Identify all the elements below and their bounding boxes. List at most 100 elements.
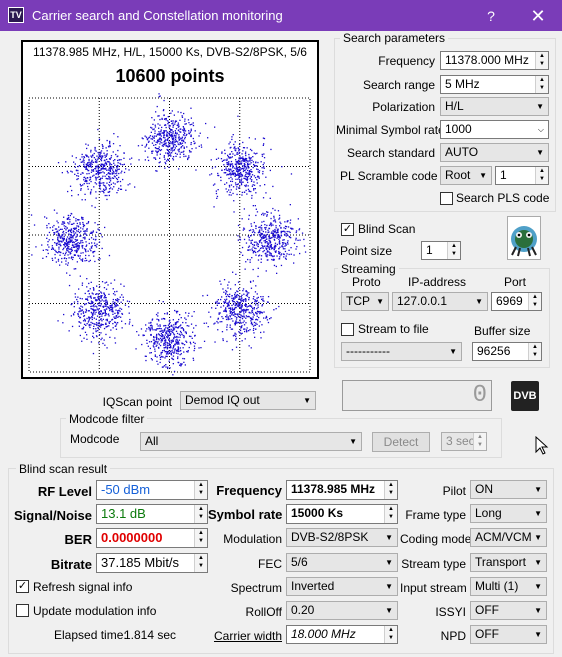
frequency-input[interactable]: 11378.000 MHz ▲ ▼ bbox=[440, 51, 549, 70]
constellation-point bbox=[75, 232, 77, 234]
pl-scramble-mode-select[interactable]: Root ▼ bbox=[440, 166, 492, 185]
port-input[interactable]: 6969 ▲ ▼ bbox=[491, 292, 542, 311]
constellation-point bbox=[245, 294, 247, 297]
rolloff-select[interactable]: 0.20 ▼ bbox=[286, 601, 398, 620]
constellation-point bbox=[89, 259, 91, 262]
constellation-point bbox=[120, 185, 122, 187]
constellation-point bbox=[146, 139, 149, 141]
constellation-point bbox=[80, 173, 82, 175]
search-range-input[interactable]: 5 MHz ▲ ▼ bbox=[440, 75, 549, 94]
buffer-size-input[interactable]: 96256 ▲ ▼ bbox=[472, 342, 542, 361]
constellation-point bbox=[167, 121, 170, 123]
constellation-point bbox=[101, 315, 103, 317]
constellation-point bbox=[289, 222, 291, 224]
modcode-select[interactable]: All ▼ bbox=[140, 432, 362, 451]
constellation-point bbox=[79, 235, 81, 237]
min-symbol-rate-select[interactable]: 1000 ⌵ bbox=[440, 120, 549, 139]
constellation-point bbox=[68, 243, 70, 245]
constellation-point bbox=[83, 165, 85, 168]
spin-arrows-icon[interactable]: ▲ ▼ bbox=[447, 242, 460, 259]
coding-mode-select[interactable]: ACM/VCM ▼ bbox=[470, 528, 547, 547]
constellation-point bbox=[254, 300, 257, 302]
spin-arrows-icon[interactable]: ▲ ▼ bbox=[535, 167, 548, 184]
constellation-point bbox=[224, 310, 227, 312]
constellation-point bbox=[288, 230, 290, 233]
constellation-point bbox=[168, 337, 170, 339]
constellation-point bbox=[251, 179, 253, 181]
update-modulation-info-checkbox[interactable] bbox=[16, 604, 29, 617]
constellation-point bbox=[166, 313, 168, 315]
search-pls-checkbox[interactable] bbox=[440, 192, 453, 205]
spin-arrows-icon[interactable]: ▲ ▼ bbox=[528, 293, 541, 310]
constellation-point bbox=[171, 341, 173, 343]
constellation-point bbox=[153, 128, 155, 130]
proto-select[interactable]: TCP ▼ bbox=[341, 292, 389, 311]
constellation-point bbox=[192, 122, 194, 124]
constellation-point bbox=[96, 315, 99, 317]
help-button[interactable]: ? bbox=[479, 5, 503, 27]
constellation-point bbox=[71, 223, 74, 225]
constellation-point bbox=[273, 248, 275, 251]
constellation-point bbox=[144, 355, 146, 357]
dvb-logo: DVB bbox=[511, 381, 539, 411]
issyi-select[interactable]: OFF ▼ bbox=[470, 601, 547, 620]
ip-address-select[interactable]: 127.0.0.1 ▼ bbox=[392, 292, 488, 311]
constellation-point bbox=[93, 337, 95, 339]
modulation-select[interactable]: DVB-S2/8PSK ▼ bbox=[286, 528, 398, 547]
carrier-width-label[interactable]: Carrier width bbox=[208, 629, 282, 643]
constellation-point bbox=[228, 170, 231, 172]
constellation-point bbox=[115, 323, 118, 325]
constellation-point bbox=[92, 154, 94, 156]
pl-scramble-code-input[interactable]: 1 ▲ ▼ bbox=[495, 166, 549, 185]
blind-scan-checkbox[interactable]: ✓ bbox=[341, 223, 354, 236]
constellation-point bbox=[81, 172, 83, 174]
constellation-point bbox=[52, 229, 54, 231]
constellation-point bbox=[73, 314, 75, 316]
constellation-point bbox=[59, 254, 61, 256]
constellation-point bbox=[207, 326, 209, 328]
spin-arrows-icon[interactable]: ▲ ▼ bbox=[528, 343, 541, 360]
search-standard-select[interactable]: AUTO ▼ bbox=[440, 143, 549, 162]
constellation-point bbox=[239, 302, 241, 304]
npd-select[interactable]: OFF ▼ bbox=[470, 625, 547, 644]
input-stream-select[interactable]: Multi (1) ▼ bbox=[470, 577, 547, 596]
constellation-point bbox=[105, 322, 107, 324]
constellation-point bbox=[249, 148, 252, 151]
point-size-input[interactable]: 1 ▲ ▼ bbox=[421, 241, 461, 260]
polarization-select[interactable]: H/L ▼ bbox=[440, 97, 549, 116]
constellation-point bbox=[156, 333, 158, 336]
constellation-point bbox=[86, 168, 88, 170]
spin-arrows-icon[interactable]: ▲ ▼ bbox=[535, 52, 548, 69]
constellation-point bbox=[290, 253, 292, 255]
constellation-point bbox=[74, 173, 76, 175]
constellation-point bbox=[100, 158, 103, 160]
constellation-point bbox=[269, 240, 271, 242]
constellation-point bbox=[258, 170, 261, 172]
fec-select[interactable]: 5/6 ▼ bbox=[286, 553, 398, 572]
constellation-point bbox=[255, 247, 257, 250]
spectrum-select[interactable]: Inverted ▼ bbox=[286, 577, 398, 596]
stream-type-select[interactable]: Transport ▼ bbox=[470, 553, 547, 572]
constellation-point bbox=[229, 314, 231, 317]
constellation-point bbox=[99, 188, 102, 190]
refresh-signal-info-checkbox[interactable]: ✓ bbox=[16, 580, 29, 593]
frame-type-select[interactable]: Long ▼ bbox=[470, 504, 547, 523]
pilot-select[interactable]: ON ▼ bbox=[470, 480, 547, 499]
spin-arrows-icon[interactable]: ▲ ▼ bbox=[535, 76, 548, 93]
constellation-point bbox=[78, 245, 80, 247]
constellation-point bbox=[192, 331, 194, 333]
constellation-point bbox=[185, 312, 187, 314]
constellation-point bbox=[108, 178, 110, 180]
constellation-point bbox=[175, 155, 177, 157]
detect-seconds-spin[interactable]: 3 sec ▲ ▼ bbox=[441, 432, 487, 451]
stream-to-file-checkbox[interactable] bbox=[341, 323, 354, 336]
close-icon[interactable]: ✕ bbox=[520, 4, 556, 28]
iqscan-select[interactable]: Demod IQ out ▼ bbox=[180, 391, 316, 410]
detect-button[interactable]: Detect bbox=[372, 432, 430, 452]
constellation-point bbox=[246, 327, 248, 329]
mascot-icon[interactable] bbox=[507, 216, 541, 260]
stream-file-select[interactable]: ----------- ▼ bbox=[341, 342, 462, 361]
constellation-point bbox=[91, 305, 93, 307]
constellation-point bbox=[166, 344, 169, 346]
constellation-point bbox=[220, 179, 222, 182]
